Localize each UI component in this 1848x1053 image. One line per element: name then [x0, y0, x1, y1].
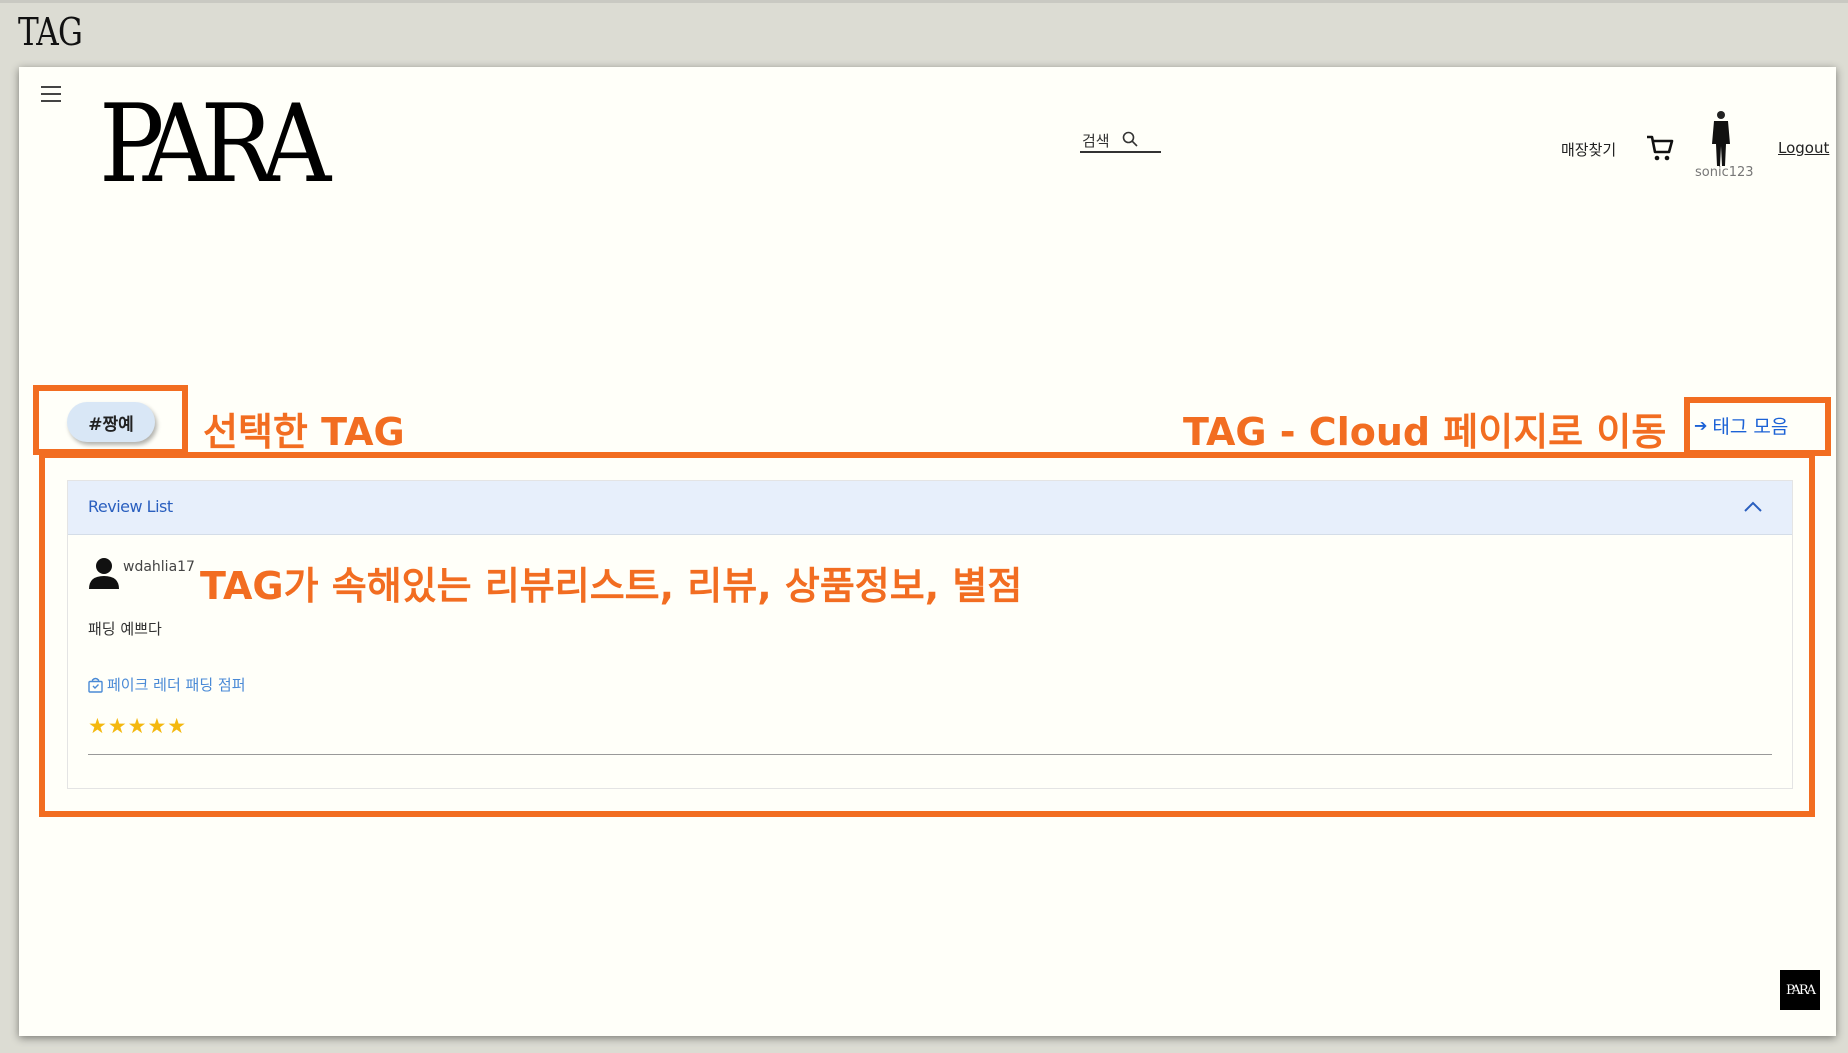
store-finder-link[interactable]: 매장찾기 — [1561, 139, 1616, 160]
avatar[interactable] — [1709, 110, 1733, 166]
logout-link[interactable]: Logout — [1778, 139, 1829, 157]
annotation-box-tag-cloud — [1684, 397, 1831, 456]
search-icon — [1122, 131, 1138, 147]
slide-title: TAG — [18, 10, 83, 54]
annotation-box-review-list — [39, 452, 1815, 817]
brand-logo[interactable]: PARA — [99, 91, 331, 199]
top-edge — [0, 0, 1848, 3]
menu-icon[interactable] — [41, 86, 61, 102]
username: sonic123 — [1695, 165, 1754, 180]
annotation-selected-tag: 선택한 TAG — [203, 410, 405, 454]
corner-logo: PARA — [1780, 970, 1820, 1010]
search-input[interactable]: 검색 — [1080, 129, 1161, 153]
annotation-tag-cloud: TAG - Cloud 페이지로 이동 — [1183, 410, 1667, 454]
annotation-review-info: TAG가 속해있는 리뷰리스트, 리뷰, 상품정보, 별점 — [200, 564, 1023, 608]
annotation-box-selected-tag — [33, 385, 188, 455]
search-label: 검색 — [1082, 132, 1110, 150]
cart-icon[interactable] — [1645, 134, 1675, 162]
